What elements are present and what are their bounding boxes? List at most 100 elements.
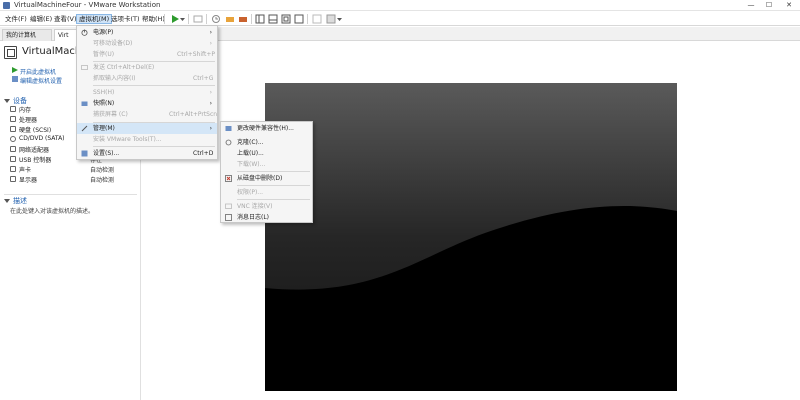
edit-vm-settings-link[interactable]: 编辑虚拟机设置: [12, 76, 63, 85]
snapshot-icon: [81, 101, 88, 106]
submenu-label: VNC 连接(V): [237, 203, 273, 210]
power-dropdown-icon[interactable]: [180, 14, 185, 24]
collapse-icon: [4, 199, 10, 203]
tab-my-computer[interactable]: 我的计算机: [2, 29, 52, 41]
submenu-vnc-connection[interactable]: VNC 连接(V): [221, 201, 312, 212]
device-name: USB 控制器: [19, 157, 52, 164]
menu-view[interactable]: 查看(V): [52, 14, 79, 24]
snapshot-manager-icon[interactable]: [238, 14, 248, 24]
vm-menu-dropdown: 电源(P) › 可移动设备(D) › 暂停(U) Ctrl+Shift+P 发送…: [76, 25, 218, 160]
menu-send-ctrl-alt-del-label: 发送 Ctrl+Alt+Del(E): [93, 64, 155, 71]
device-row-sound[interactable]: 声卡 自动检测: [10, 165, 138, 175]
vm-name: VirtualMachi: [22, 46, 85, 57]
menu-pause-label: 暂停(U): [93, 51, 115, 58]
device-name: 网络适配器: [19, 147, 50, 154]
submenu-label: 消息日志(L): [237, 214, 270, 221]
description-text[interactable]: 在此处键入对该虚拟机的描述。: [10, 206, 94, 215]
menu-manage-label: 管理(M): [93, 125, 115, 132]
edit-vm-settings-label: 编辑虚拟机设置: [20, 78, 63, 85]
submenu-label: 上载(U)...: [237, 150, 264, 157]
cd-dvd-icon: [10, 136, 16, 142]
revert-snapshot-icon[interactable]: [225, 14, 235, 24]
menu-grab-input[interactable]: 抓取输入内容(I) Ctrl+G: [77, 73, 217, 84]
menu-pause[interactable]: 暂停(U) Ctrl+Shift+P: [77, 49, 217, 60]
maximize-button[interactable]: ☐: [760, 0, 778, 11]
description-section-header[interactable]: 描述: [4, 196, 27, 206]
menu-separator: [237, 199, 310, 200]
menu-power[interactable]: 电源(P) ›: [77, 27, 217, 38]
thumbnail-bar-icon[interactable]: [268, 14, 278, 24]
snapshot-icon[interactable]: [211, 14, 221, 24]
settings-icon: [12, 76, 18, 82]
menu-manage[interactable]: 管理(M) ›: [77, 123, 217, 134]
menu-tabs[interactable]: 选项卡(T): [109, 14, 142, 24]
menu-power-label: 电源(P): [93, 29, 114, 36]
play-icon: [12, 67, 18, 73]
menu-vm[interactable]: 虚拟机(M): [76, 14, 113, 24]
submenu-message-log[interactable]: 消息日志(L): [221, 212, 312, 223]
menu-settings-label: 设置(S)...: [93, 150, 120, 157]
tab-my-computer-label: 我的计算机: [6, 32, 37, 39]
menu-edit[interactable]: 编辑(E): [28, 14, 54, 24]
window-title: VirtualMachineFour - VMware Workstation: [14, 1, 161, 9]
toolbar-separator: [188, 14, 189, 24]
menu-snapshot[interactable]: 快照(N) ›: [77, 98, 217, 109]
menu-pause-shortcut: Ctrl+Shift+P: [177, 51, 215, 58]
unity-icon[interactable]: [294, 14, 304, 24]
power-on-vm-link[interactable]: 开启此虚拟机: [12, 67, 56, 76]
menu-ssh-label: SSH(H): [93, 89, 115, 96]
memory-icon: [10, 106, 16, 112]
menu-ssh[interactable]: SSH(H) ›: [77, 87, 217, 98]
menu-capture-screen-shortcut: Ctrl+Alt+PrtScn: [169, 111, 218, 118]
submenu-delete-from-disk[interactable]: 从磁盘中删除(D): [221, 173, 312, 184]
vmware-app-icon: [3, 2, 10, 9]
show-library-icon[interactable]: [255, 14, 265, 24]
clone-icon: [225, 139, 232, 146]
menu-send-ctrl-alt-del[interactable]: 发送 Ctrl+Alt+Del(E): [77, 62, 217, 73]
device-name: 硬盘 (SCSI): [19, 127, 52, 134]
submenu-label: 下载(W)...: [237, 161, 266, 168]
speaker-icon: [10, 166, 16, 172]
stretch-dropdown-icon[interactable]: [337, 14, 342, 24]
usb-icon: [10, 156, 16, 162]
device-name: 内存: [19, 107, 32, 114]
tab-vm[interactable]: Virt: [54, 29, 78, 41]
menu-settings[interactable]: 设置(S)... Ctrl+D: [77, 148, 217, 159]
menu-install-vmware-tools[interactable]: 安装 VMware Tools(T)...: [77, 134, 217, 145]
submenu-permissions[interactable]: 权限(P)...: [221, 187, 312, 198]
full-screen-icon[interactable]: [281, 14, 291, 24]
device-row-display[interactable]: 显示器 自动检测: [10, 175, 138, 185]
submenu-arrow-icon: ›: [209, 29, 212, 36]
submenu-clone[interactable]: 克隆(C)...: [221, 137, 312, 148]
toolbar-separator: [251, 14, 252, 24]
send-keys-icon[interactable]: [193, 14, 203, 24]
settings-icon: [81, 150, 88, 157]
delete-icon: [225, 175, 232, 182]
menu-removable-devices[interactable]: 可移动设备(D) ›: [77, 38, 217, 49]
submenu-label: 从磁盘中删除(D): [237, 175, 283, 182]
menu-help[interactable]: 帮助(H): [140, 14, 167, 24]
vm-screen-thumbnail[interactable]: [265, 83, 677, 391]
submenu-download[interactable]: 下载(W)...: [221, 159, 312, 170]
vm-screen-graphic: [265, 83, 677, 391]
submenu-arrow-icon: ›: [209, 89, 212, 96]
stretch-guest-icon[interactable]: [326, 14, 336, 24]
submenu-arrow-icon: ›: [209, 100, 212, 107]
close-button[interactable]: ✕: [780, 0, 798, 11]
keyboard-icon: [81, 65, 88, 70]
menu-file[interactable]: 文件(F): [3, 14, 29, 24]
processor-icon: [10, 116, 16, 122]
submenu-change-hardware-compatibility[interactable]: 更改硬件兼容性(H)...: [221, 123, 312, 134]
menu-capture-screen-label: 捕获屏幕 (C): [93, 111, 128, 118]
manage-submenu: 更改硬件兼容性(H)... 克隆(C)... 上载(U)... 下载(W)...…: [220, 121, 313, 223]
submenu-upload[interactable]: 上载(U)...: [221, 148, 312, 159]
menu-separator: [93, 85, 215, 86]
devices-section-title: 设备: [13, 97, 27, 105]
console-view-icon[interactable]: [312, 14, 322, 24]
menu-bar: 文件(F) 编辑(E) 查看(V) 虚拟机(M) 选项卡(T) 帮助(H): [0, 11, 800, 26]
power-on-icon[interactable]: [170, 14, 180, 24]
virtual-machine-icon: [4, 46, 17, 59]
menu-capture-screen[interactable]: 捕获屏幕 (C) Ctrl+Alt+PrtScn: [77, 109, 217, 120]
toolbar-separator: [164, 14, 165, 24]
minimize-button[interactable]: —: [742, 0, 760, 11]
